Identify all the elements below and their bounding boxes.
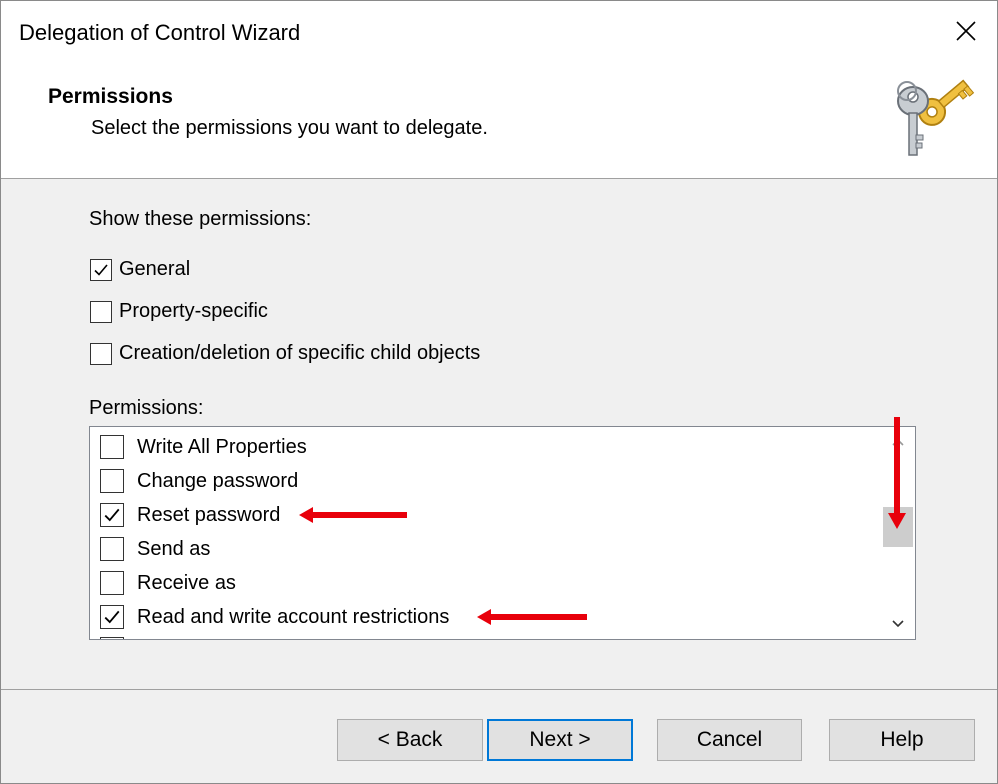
annotation-arrow-down-icon <box>888 417 906 529</box>
wizard-window: Delegation of Control Wizard Permissions… <box>0 0 998 784</box>
wizard-header: Permissions Select the permissions you w… <box>1 61 997 179</box>
check-icon <box>104 610 120 624</box>
permission-checkbox[interactable] <box>100 637 124 639</box>
permission-label: Change password <box>137 469 299 492</box>
permission-checkbox[interactable] <box>100 537 124 561</box>
window-title: Delegation of Control Wizard <box>19 20 301 45</box>
next-button[interactable]: Next > <box>487 719 633 761</box>
child-objects-checkbox-row[interactable]: Creation/deletion of specific child obje… <box>90 342 480 365</box>
permission-checkbox[interactable] <box>100 503 124 527</box>
check-icon <box>104 508 120 522</box>
permission-checkbox[interactable] <box>100 435 124 459</box>
page-subtitle: Select the permissions you want to deleg… <box>91 117 488 139</box>
general-checkbox-row[interactable]: General <box>90 258 190 281</box>
cancel-button[interactable]: Cancel <box>657 719 802 761</box>
close-button[interactable] <box>935 1 997 61</box>
permission-checkbox[interactable] <box>100 469 124 493</box>
annotation-arrow-icon <box>299 507 407 523</box>
chevron-down-icon <box>892 620 904 628</box>
permission-label: Read and write account restrictions <box>137 605 450 628</box>
list-item[interactable]: Send as <box>100 537 210 561</box>
show-permissions-label: Show these permissions: <box>89 208 312 230</box>
child-objects-checkbox[interactable] <box>90 342 112 365</box>
back-button[interactable]: < Back <box>337 719 483 761</box>
list-item[interactable]: Read and write account restrictions <box>100 605 449 629</box>
permission-checkbox[interactable] <box>100 571 124 595</box>
child-objects-label: Creation/deletion of specific child obje… <box>119 342 481 364</box>
permission-label: Send as <box>137 537 211 560</box>
property-specific-checkbox-row[interactable]: Property-specific <box>90 300 268 323</box>
check-icon <box>94 263 108 276</box>
footer-divider <box>1 689 997 690</box>
list-item[interactable]: Write All Properties <box>100 435 307 459</box>
page-title: Permissions <box>48 85 173 108</box>
property-specific-label: Property-specific <box>119 300 268 322</box>
general-checkbox[interactable] <box>90 258 112 281</box>
scroll-down-button[interactable] <box>881 609 915 639</box>
list-item[interactable]: Receive as <box>100 571 236 595</box>
annotation-arrow-icon <box>477 609 587 625</box>
close-icon <box>956 21 976 41</box>
permissions-label: Permissions: <box>89 397 204 419</box>
permission-checkbox[interactable] <box>100 605 124 629</box>
property-specific-checkbox[interactable] <box>90 300 112 323</box>
permission-label: Reset password <box>137 503 281 526</box>
list-item[interactable]: Change password <box>100 469 298 493</box>
help-button[interactable]: Help <box>829 719 975 761</box>
title-bar: Delegation of Control Wizard <box>1 1 997 61</box>
permission-label: Receive as <box>137 571 236 594</box>
list-item[interactable]: Reset password <box>100 503 280 527</box>
permission-label: Write All Properties <box>137 435 307 458</box>
keys-icon <box>897 79 975 156</box>
general-label: General <box>119 258 191 280</box>
list-item[interactable] <box>100 637 137 639</box>
